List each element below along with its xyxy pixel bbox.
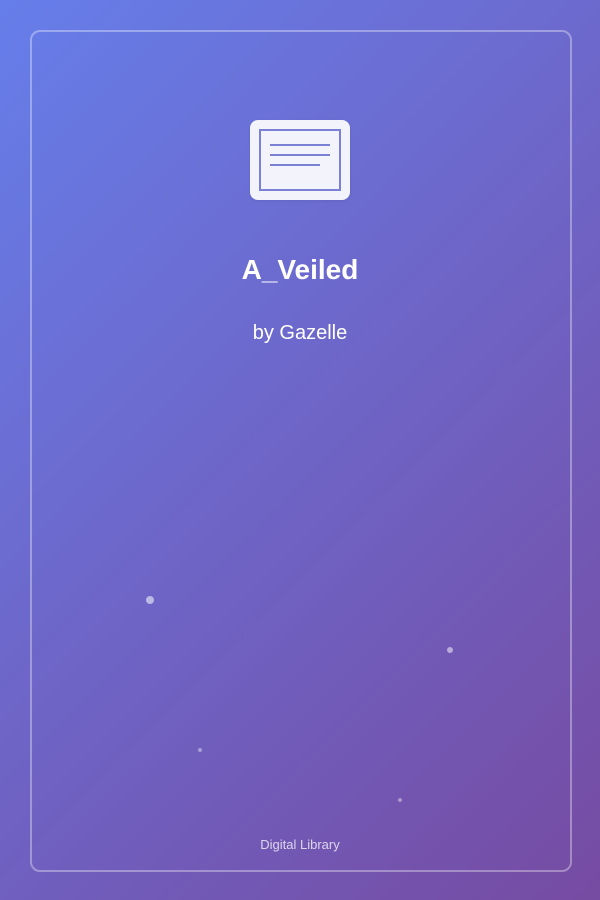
text-line-3	[270, 164, 320, 166]
decorative-dot	[198, 748, 202, 752]
page-outline	[259, 129, 341, 191]
decorative-dot	[447, 647, 453, 653]
decorative-dot	[146, 596, 154, 604]
book-page-icon	[250, 120, 350, 200]
book-author: by Gazelle	[252, 322, 348, 344]
book-cover: A_Veiled by Gazelle Digital Library	[0, 0, 600, 900]
book-title: A_Veiled	[241, 254, 359, 285]
text-line-2	[270, 154, 330, 156]
decorative-dot	[398, 798, 402, 802]
text-line-1	[270, 144, 330, 146]
footer-label: Digital Library	[260, 837, 340, 852]
